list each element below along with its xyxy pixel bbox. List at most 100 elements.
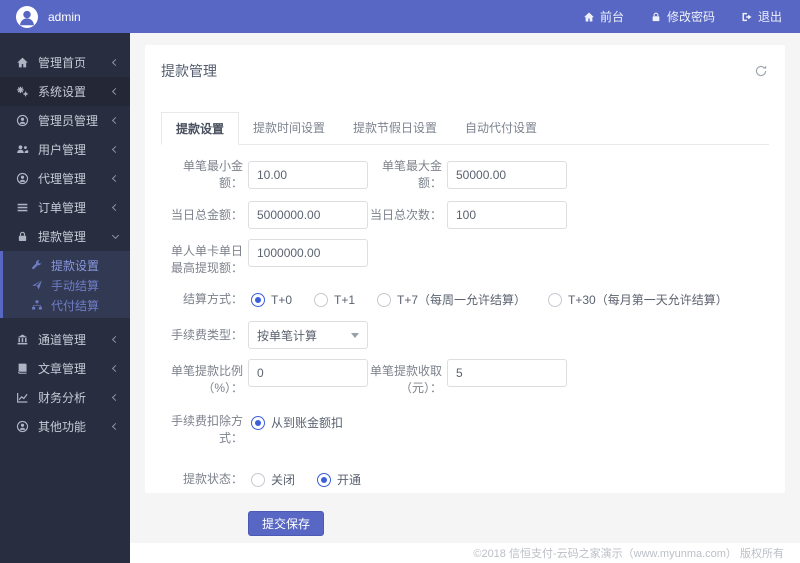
- submenu-item-withdraw-settings[interactable]: 提款设置: [3, 255, 130, 275]
- caret-down-icon: [351, 332, 359, 338]
- sidebar-item-channel-management[interactable]: 通道管理: [0, 325, 130, 354]
- daily-count-input[interactable]: [447, 201, 567, 229]
- sidebar-item-label: 订单管理: [38, 201, 87, 215]
- nav-change-password-link[interactable]: 修改密码: [650, 8, 715, 25]
- fee-percent-input[interactable]: [248, 359, 368, 387]
- submenu-item-label: 代付结算: [51, 298, 100, 313]
- sidebar-item-system-settings[interactable]: 系统设置: [0, 77, 130, 106]
- sitemap-icon: [30, 299, 43, 312]
- sidebar-item-other-functions[interactable]: 其他功能: [0, 412, 130, 441]
- tab-withdraw-holiday-settings[interactable]: 提款节假日设置: [339, 112, 451, 145]
- sidebar-item-dashboard[interactable]: 管理首页: [0, 48, 130, 77]
- tab-auto-payout-settings[interactable]: 自动代付设置: [451, 112, 551, 145]
- daily-count-label: 当日总次数：: [370, 207, 443, 222]
- settle-mode-radio-group: T+0 T+1 T+7（每周一允许结算） T+30（每月第一天允许结算）: [251, 291, 728, 308]
- user-avatar: [16, 5, 38, 28]
- radio-deduct-from-received[interactable]: 从到账金额扣: [251, 414, 343, 431]
- sidebar-item-label: 管理员管理: [38, 114, 99, 128]
- nav-frontend-link[interactable]: 前台: [583, 8, 624, 25]
- radio-t30[interactable]: T+30（每月第一天允许结算）: [548, 291, 728, 308]
- sidebar-item-label: 管理首页: [38, 56, 87, 70]
- content-area: 提款管理 提款设置 提款时间设置 提款节假日设置 自动代付设置 单笔最小金额：: [130, 33, 800, 563]
- sidebar-item-admin-management[interactable]: 管理员管理: [0, 106, 130, 135]
- fee-fixed-input[interactable]: [447, 359, 567, 387]
- send-icon: [30, 279, 43, 292]
- sidebar-item-user-management[interactable]: 用户管理: [0, 135, 130, 164]
- tab-withdraw-settings[interactable]: 提款设置: [161, 112, 240, 145]
- sidebar-item-withdraw-management[interactable]: 提款管理: [0, 222, 130, 251]
- radio-checked-icon: [251, 415, 265, 430]
- refresh-icon: [755, 65, 767, 77]
- sidebar-item-finance-analysis[interactable]: 财务分析: [0, 383, 130, 412]
- radio-unchecked-icon: [548, 292, 563, 307]
- radio-label: 从到账金额扣: [271, 416, 344, 430]
- submenu-item-manual-settlement[interactable]: 手动结算: [3, 275, 130, 295]
- fee-deduct-radio-group: 从到账金额扣: [251, 413, 343, 431]
- chevron-down-icon: [111, 231, 120, 239]
- radio-label: T+1: [334, 292, 356, 307]
- withdraw-management-card: 提款管理 提款设置 提款时间设置 提款节假日设置 自动代付设置 单笔最小金额：: [145, 45, 785, 536]
- fee-type-select[interactable]: 按单笔计算: [248, 321, 368, 349]
- sidebar-item-label: 代理管理: [38, 172, 87, 186]
- sidebar-item-label: 其他功能: [38, 420, 87, 434]
- radio-unchecked-icon: [377, 292, 392, 307]
- sidebar-item-label: 用户管理: [38, 143, 87, 157]
- refresh-button[interactable]: [753, 63, 769, 79]
- sidebar-item-label: 文章管理: [38, 362, 87, 376]
- chevron-left-icon: [111, 203, 120, 212]
- user-circle-icon: [15, 420, 29, 434]
- fee-fixed-label: 单笔提款收取（元）：: [370, 364, 443, 395]
- copyright-text: ©2018 信恒支付-云码之家演示（www.myunma.com） 版权所有: [473, 548, 784, 560]
- withdraw-status-radio-group: 关闭 开通: [251, 471, 361, 488]
- users-icon: [15, 143, 29, 157]
- sidebar-item-label: 通道管理: [38, 333, 87, 347]
- sidebar-item-label: 财务分析: [38, 391, 87, 405]
- chevron-left-icon: [111, 393, 120, 402]
- chart-line-icon: [15, 391, 29, 405]
- radio-t0[interactable]: T+0: [251, 292, 293, 307]
- radio-unchecked-icon: [314, 292, 329, 307]
- radio-label: T+0: [271, 292, 293, 307]
- agent-user-icon: [15, 172, 29, 186]
- radio-checked-icon: [251, 292, 265, 307]
- wrench-icon: [30, 259, 43, 272]
- withdraw-settings-form: 单笔最小金额： 单笔最大金额： 当日总金额： 当日总次数：: [161, 158, 769, 536]
- sidebar-item-label: 系统设置: [38, 85, 87, 99]
- footer: ©2018 信恒支付-云码之家演示（www.myunma.com） 版权所有: [130, 543, 800, 563]
- fee-type-value: 按单笔计算: [257, 328, 318, 343]
- fee-deduct-label: 手续费扣除方式：: [170, 414, 243, 445]
- tab-bar: 提款设置 提款时间设置 提款节假日设置 自动代付设置: [161, 112, 769, 145]
- sidebar-item-agent-management[interactable]: 代理管理: [0, 164, 130, 193]
- page-title: 提款管理: [161, 63, 217, 79]
- chevron-left-icon: [111, 364, 120, 373]
- chevron-left-icon: [111, 174, 120, 183]
- submenu-item-payout-settlement[interactable]: 代付结算: [3, 295, 130, 315]
- radio-status-closed[interactable]: 关闭: [251, 471, 295, 488]
- radio-unchecked-icon: [251, 472, 265, 487]
- radio-checked-icon: [317, 472, 332, 487]
- nav-change-password-label: 修改密码: [666, 10, 715, 24]
- nav-logout-link[interactable]: 退出: [741, 8, 782, 25]
- withdraw-submenu: 提款设置 手动结算 代付结算: [0, 251, 130, 318]
- radio-t1[interactable]: T+1: [314, 292, 356, 307]
- radio-t7[interactable]: T+7（每周一允许结算）: [377, 291, 526, 308]
- gears-icon: [15, 85, 29, 99]
- radio-status-open[interactable]: 开通: [317, 471, 361, 488]
- nav-frontend-label: 前台: [599, 10, 624, 24]
- tab-withdraw-time-settings[interactable]: 提款时间设置: [239, 112, 339, 145]
- withdraw-status-label: 提款状态：: [182, 472, 243, 486]
- lock-icon: [15, 230, 29, 244]
- settle-mode-label: 结算方式：: [182, 292, 243, 306]
- chevron-left-icon: [111, 335, 120, 344]
- min-amount-label: 单笔最小金额：: [182, 159, 243, 190]
- min-amount-input[interactable]: [248, 161, 368, 189]
- card-daily-max-input[interactable]: [248, 239, 368, 267]
- daily-total-input[interactable]: [248, 201, 368, 229]
- radio-label: 开通: [337, 473, 362, 487]
- radio-label: T+30（每月第一天允许结算）: [568, 293, 728, 307]
- max-amount-input[interactable]: [447, 161, 567, 189]
- daily-total-label: 当日总金额：: [170, 207, 243, 222]
- sidebar-item-article-management[interactable]: 文章管理: [0, 354, 130, 383]
- sidebar-item-order-management[interactable]: 订单管理: [0, 193, 130, 222]
